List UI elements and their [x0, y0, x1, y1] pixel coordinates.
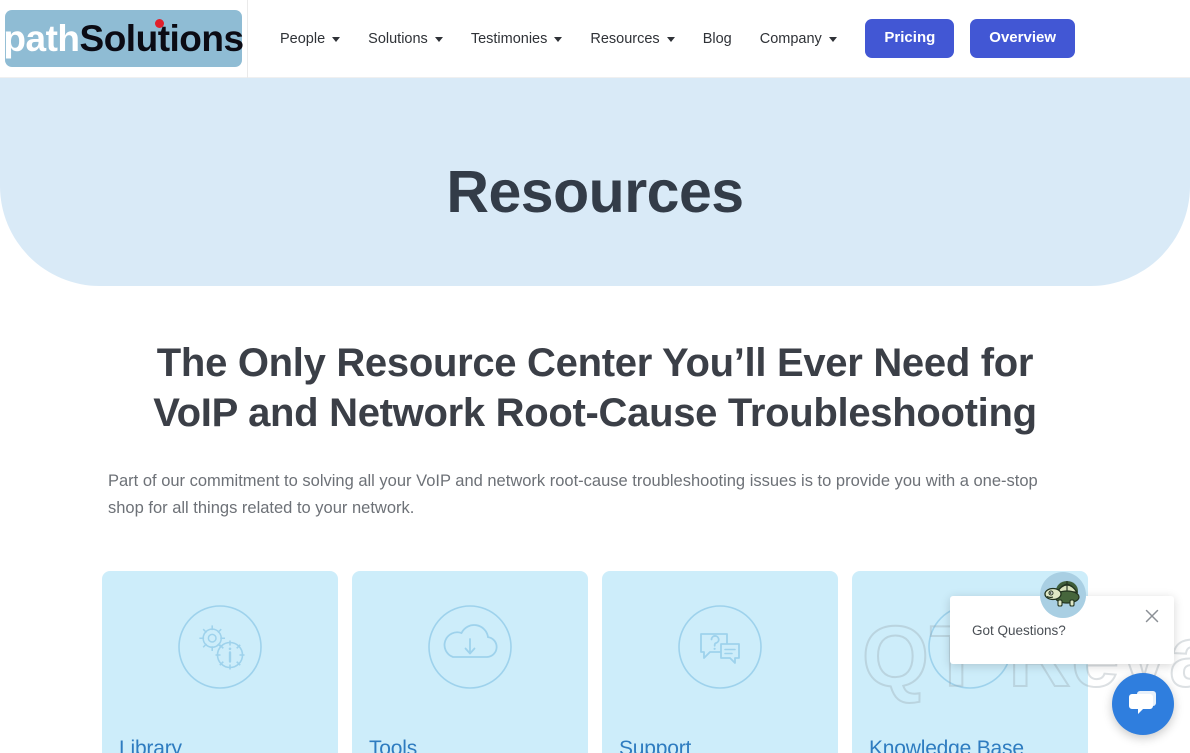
hero-banner: Resources [0, 78, 1190, 286]
resource-cards: Library Tools Support Knowledge Base [100, 571, 1090, 753]
nav-item-resources[interactable]: Resources [576, 25, 688, 53]
logo-badge[interactable]: pathSolutions [3, 10, 244, 67]
nav-item-people[interactable]: People [266, 25, 354, 53]
nav-label-solutions: Solutions [368, 30, 428, 47]
nav-label-testimonies: Testimonies [470, 30, 548, 47]
logo-text-path: path [3, 18, 80, 59]
card-library[interactable]: Library [102, 571, 338, 753]
card-label-support: Support [619, 737, 692, 753]
nav-label-company: Company [759, 30, 822, 47]
chevron-down-icon [434, 37, 443, 42]
card-label-knowledge-base: Knowledge Base [869, 737, 1024, 753]
card-label-library: Library [119, 737, 182, 753]
page-title: Resources [446, 159, 744, 225]
nav-item-testimonies[interactable]: Testimonies [457, 25, 577, 53]
chevron-down-icon [332, 37, 341, 42]
chat-question-icon [602, 599, 838, 695]
nav-item-blog[interactable]: Blog [689, 25, 746, 53]
header-actions: Pricing Overview [865, 19, 1190, 58]
nav-item-company[interactable]: Company [746, 25, 851, 53]
chevron-down-icon [554, 37, 563, 42]
chat-popup-text: Got Questions? [972, 623, 1066, 638]
pricing-button[interactable]: Pricing [865, 19, 955, 58]
card-tools[interactable]: Tools [352, 571, 588, 753]
gears-info-icon [102, 599, 338, 695]
site-header: pathSolutions People Solutions Testimoni… [0, 0, 1190, 78]
chevron-down-icon [666, 37, 675, 42]
close-icon[interactable] [1142, 606, 1162, 626]
logo-text: pathSolutions [3, 18, 244, 59]
chat-bubble-icon[interactable] [1112, 673, 1174, 735]
main-heading: The Only Resource Center You’ll Ever Nee… [153, 341, 1037, 435]
main-content: The Only Resource Center You’ll Ever Nee… [0, 338, 1190, 753]
card-label-tools: Tools [369, 737, 418, 753]
nav-label-resources: Resources [590, 30, 660, 47]
card-support[interactable]: Support [602, 571, 838, 753]
nav-item-solutions[interactable]: Solutions [354, 25, 457, 53]
main-paragraph: Part of our commitment to solving all yo… [108, 472, 1038, 517]
chevron-down-icon [828, 37, 837, 42]
logo-container[interactable]: pathSolutions [0, 0, 248, 78]
nav-label-blog: Blog [702, 30, 732, 47]
turtle-avatar-icon[interactable] [1040, 572, 1086, 618]
page-root: pathSolutions People Solutions Testimoni… [0, 0, 1190, 753]
cloud-download-icon [352, 599, 588, 695]
main-navigation: People Solutions Testimonies Resources B… [266, 0, 851, 78]
nav-label-people: People [280, 30, 326, 47]
overview-button[interactable]: Overview [970, 19, 1075, 58]
